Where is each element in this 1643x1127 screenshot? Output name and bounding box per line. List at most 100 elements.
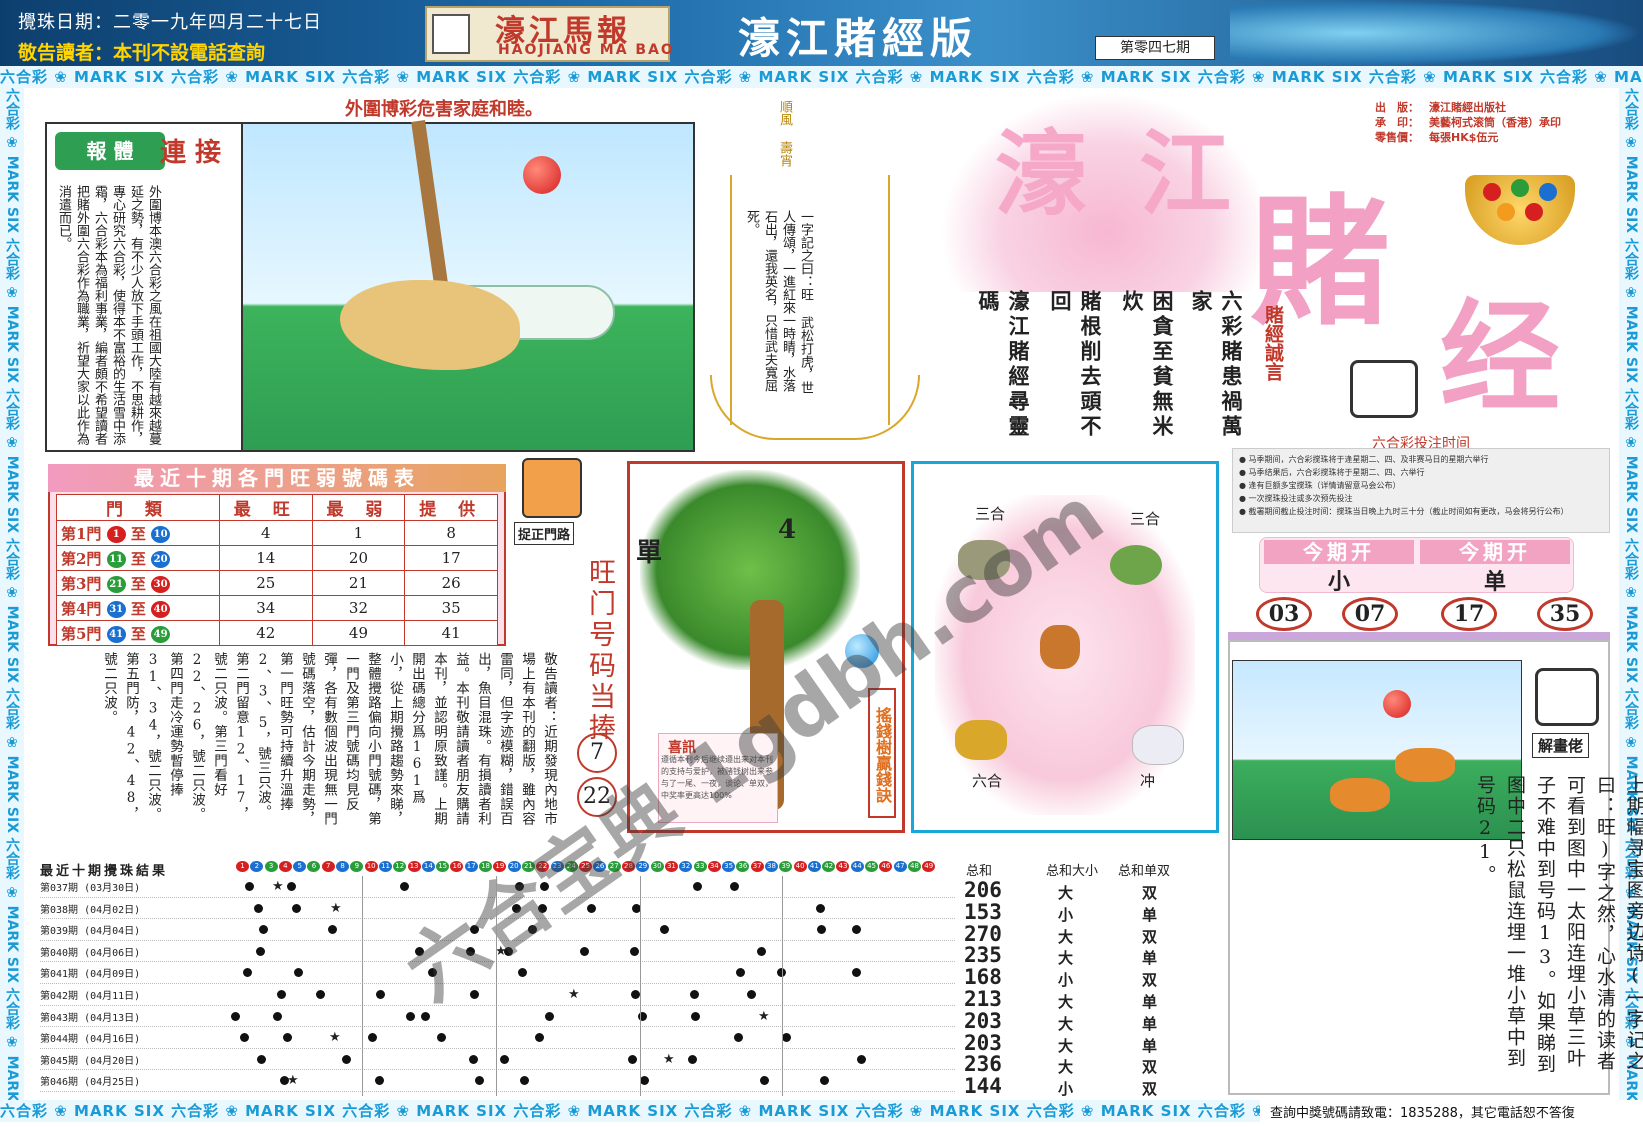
sum-size-value: 小: [1058, 905, 1074, 924]
bet-time-line: ● 截署期间截止投注时间：搅珠当日晚上九时三十分（截止时间如有更改，马会将另行公…: [1239, 507, 1569, 516]
size-block: 今期开 小: [1264, 540, 1414, 596]
drawn-ball-dot: [254, 903, 263, 913]
door-cell: 第4門 31 至 40: [56, 595, 220, 621]
result-row-label: 第044期 (04月16日): [40, 1034, 141, 1046]
range-to-chip: 30: [151, 576, 171, 593]
door-stats-table: 門 類 最 旺 最 弱 提 供 第1門 1 至 10 4 1 8 第2門 11 至 20…: [56, 494, 498, 646]
sum-value: 236: [964, 1052, 1002, 1077]
max-cell: 14: [218, 545, 313, 571]
range-from-chip: 21: [106, 576, 126, 593]
puzzle-explanation: 上期幅寻宝图旁边诗(一字记之曰：旺)字之然，心水清的读者可看到图中一太阳连埋小草…: [1474, 775, 1643, 1075]
sum-odd-value: 双: [1142, 1080, 1158, 1099]
hot-number-1: 7: [577, 733, 617, 773]
drawn-ball-dot: [730, 882, 739, 891]
number-chip: 17: [464, 861, 478, 872]
number-chip: 16: [450, 861, 464, 872]
drawn-ball-dot: [760, 1076, 769, 1086]
drawn-ball-dot: [535, 1033, 544, 1043]
sum-value: 270: [964, 921, 1002, 946]
drawn-ball-dot: [820, 1076, 829, 1086]
number-chip: 32: [679, 861, 693, 872]
number-chip: 30: [650, 861, 664, 872]
result-row-label: 第042期 (04月11日): [40, 991, 141, 1002]
drawn-ball-dot: [437, 1033, 446, 1043]
zodiac-label-top-left: 三合: [975, 505, 1006, 523]
result-row: 第045期 (04月20日) ★: [40, 1049, 955, 1071]
door-cell: 第3門 21 至 30: [56, 570, 220, 596]
number-chip: 29: [636, 861, 650, 872]
sum-odd-value: 双: [1142, 1058, 1158, 1077]
offer-cell: 41: [404, 620, 498, 646]
drawn-ball-dot: [518, 968, 527, 978]
drawn-ball-dot: [852, 968, 861, 978]
sum-value: 144: [964, 1074, 1002, 1099]
publisher-line: 出 版： 濠江賭經出版社: [1375, 101, 1506, 114]
range-to-chip: 49: [151, 626, 171, 643]
drawn-ball-dot: [470, 925, 479, 935]
warning-headline: 外圍博彩危害家庭和睦。: [345, 99, 543, 120]
bet-time-line: ● 一次搅珠投注或多次预先投注: [1239, 494, 1353, 503]
bet-time-notes: ● 马季期间，六合彩搅珠将于逢星期二、四、及非赛马日的星期六举行 ● 马季结果后…: [1232, 448, 1610, 533]
zodiac-label-bottom-left: 六合: [972, 772, 1003, 790]
result-row: 第039期 (04月04日): [40, 919, 955, 941]
result-row: 第040期 (04月06日) ★: [40, 941, 955, 963]
sum-size-column: 大小大大小大大大大小: [1058, 883, 1073, 1101]
squirrel-illustration: [1395, 748, 1455, 782]
good-news-text: 遵循本刊今后继续遵出来对本刊的支持与爱护，被赌钱树出来参与了一尾、一夜，谈论、单…: [661, 755, 773, 800]
grid-divider: [640, 876, 641, 1096]
offer-cell: 17: [404, 545, 498, 571]
drawn-ball-dot: [757, 946, 766, 956]
grid-divider: [496, 876, 497, 1096]
sum-value: 235: [964, 943, 1002, 968]
range-to-chip: 20: [151, 551, 171, 568]
drawn-ball-dot: [273, 1011, 282, 1021]
number-chip: 15: [436, 861, 450, 872]
number-chip: 18: [479, 861, 493, 872]
zodiac-label-top-right: 三合: [1130, 510, 1161, 528]
sum-size-value: 大: [1058, 992, 1074, 1011]
blue-orb-icon: [845, 634, 879, 668]
table-row: 第1門 1 至 10 4 1 8: [56, 520, 498, 546]
drawn-ball-dot: [406, 1011, 415, 1021]
drawn-ball-dot: [817, 925, 826, 935]
bet-time-line: ● 马季期间，六合彩搅珠将于逢星期二、四、及非赛马日的星期六举行: [1239, 455, 1489, 464]
poem-line-3: 賭根削去頭不回: [1048, 290, 1103, 440]
logo-subtitle: HAOJIANG MA BAO: [498, 42, 675, 58]
result-row: 第046期 (04月25日) ★: [40, 1070, 955, 1092]
odd-block: 今期开 单: [1420, 540, 1570, 596]
bet-time-line: ● 逢有巨额多宝搅珠（详情请留意马会公布）: [1239, 481, 1401, 490]
publisher-info: 出 版： 濠江賭經出版社 承 印： 美藝柯式滚筒（香港）承印 零售價： 每張HK$伍元: [1375, 100, 1561, 145]
sum-odd-value: 双: [1142, 884, 1158, 902]
number-chip: 35: [722, 861, 736, 872]
column-header: 最 弱: [311, 494, 406, 521]
sum-value: 203: [964, 1030, 1002, 1055]
issue-number: 第零四七期: [1095, 36, 1215, 60]
drawn-ball-dot: [415, 946, 424, 956]
drawn-ball-dot: [816, 903, 825, 913]
period-head: 今期开: [1420, 540, 1570, 564]
number-chip: 27: [607, 861, 621, 872]
boat-flag-text: 順風 壽宵: [777, 100, 792, 167]
number-chip: 40: [793, 861, 807, 872]
printer-line: 承 印： 美藝柯式滚筒（香港）承印: [1375, 116, 1561, 129]
grid-divider: [782, 876, 783, 1096]
squirrel-illustration: [1330, 778, 1390, 812]
drawn-ball-dot: [469, 1054, 478, 1064]
number-chip: 37: [750, 861, 764, 872]
table-row: 第3門 21 至 30 25 21 26: [56, 570, 498, 596]
drawn-ball-dot: [328, 925, 337, 935]
sum-size-value: 大: [1058, 884, 1074, 902]
pick-number-2: 07: [1342, 597, 1398, 631]
drawn-ball-dot: [245, 882, 254, 891]
door-cell: 第1門 1 至 10: [56, 520, 220, 546]
drawn-ball-dot: [693, 882, 702, 891]
result-row-label: 第037期 (03月30日): [40, 883, 141, 894]
number-chip: 45: [865, 861, 879, 872]
book-icon: [432, 14, 470, 54]
sum-size-value: 大: [1058, 949, 1074, 968]
zodiac-label-bottom-right: 冲: [1140, 772, 1156, 790]
drawn-ball-dot: [400, 882, 409, 891]
drawn-ball-dot: [515, 882, 524, 891]
sum-odd-value: 单: [1142, 1014, 1158, 1033]
range-to-chip: 10: [151, 526, 171, 543]
